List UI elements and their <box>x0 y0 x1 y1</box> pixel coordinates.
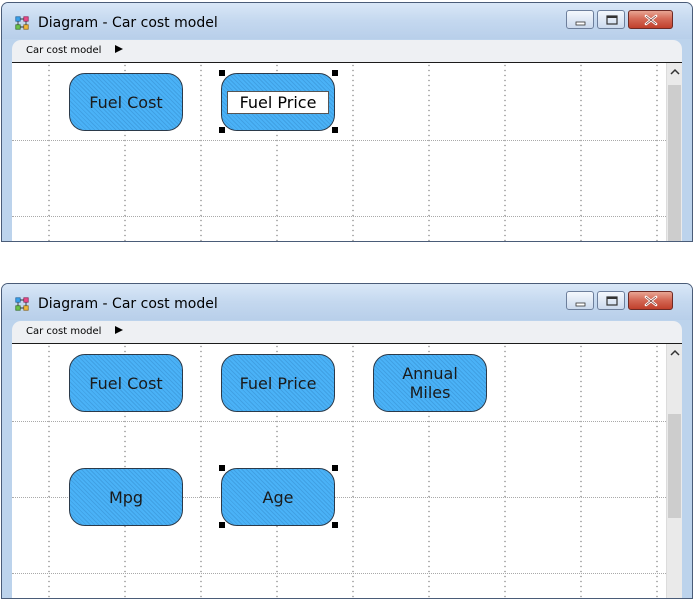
chevron-up-icon[interactable] <box>670 68 680 76</box>
selection-handle[interactable] <box>219 522 225 528</box>
node-label-edit-field[interactable]: Fuel Price <box>226 90 330 114</box>
close-icon <box>644 295 658 307</box>
close-button[interactable] <box>628 291 673 310</box>
node-label: Age <box>262 487 294 507</box>
node-label: Fuel Price <box>239 373 317 393</box>
grid-line <box>12 573 668 574</box>
node-fuel-price[interactable]: Fuel Price <box>221 354 335 412</box>
diagram-app-icon <box>15 297 29 311</box>
selection-handle[interactable] <box>219 127 225 133</box>
maximize-button[interactable] <box>597 10 625 29</box>
node-fuel-price[interactable]: Fuel Price <box>221 73 335 131</box>
breadcrumb: Car cost model <box>12 40 682 63</box>
grid-line <box>12 421 668 422</box>
maximize-button[interactable] <box>597 291 625 310</box>
selection-handle[interactable] <box>332 70 338 76</box>
title-bar[interactable]: Diagram - Car cost model <box>2 3 692 39</box>
node-label: Annual Miles <box>402 364 458 402</box>
selection-handle[interactable] <box>219 70 225 76</box>
selection-handle[interactable] <box>219 465 225 471</box>
vertical-scrollbar[interactable] <box>666 63 682 241</box>
minimize-button[interactable] <box>566 10 594 29</box>
vertical-scrollbar[interactable] <box>666 344 682 598</box>
grid-line <box>12 216 668 217</box>
breadcrumb-item[interactable]: Car cost model <box>26 326 101 337</box>
node-fuel-cost[interactable]: Fuel Cost <box>69 354 183 412</box>
diagram-app-icon <box>15 16 29 30</box>
node-label: Fuel Cost <box>89 92 163 112</box>
node-fuel-cost[interactable]: Fuel Cost <box>69 73 183 131</box>
minimize-icon <box>575 21 586 26</box>
node-mpg[interactable]: Mpg <box>69 468 183 526</box>
close-icon <box>644 14 658 26</box>
diagram-window-1: Diagram - Car cost model Car cost model … <box>1 2 693 242</box>
breadcrumb: Car cost model <box>12 321 682 344</box>
grid-line <box>12 140 668 141</box>
triangle-right-icon[interactable] <box>114 44 124 54</box>
selection-handle[interactable] <box>332 127 338 133</box>
node-label: Mpg <box>108 487 144 507</box>
title-bar[interactable]: Diagram - Car cost model <box>2 284 692 320</box>
node-annual-miles[interactable]: Annual Miles <box>373 354 487 412</box>
breadcrumb-item[interactable]: Car cost model <box>26 45 101 56</box>
minimize-button[interactable] <box>566 291 594 310</box>
scrollbar-thumb[interactable] <box>668 85 681 241</box>
close-button[interactable] <box>628 10 673 29</box>
chevron-up-icon[interactable] <box>670 349 680 357</box>
selection-handle[interactable] <box>332 465 338 471</box>
node-age[interactable]: Age <box>221 468 335 526</box>
node-label: Fuel Cost <box>89 373 163 393</box>
maximize-icon <box>606 296 618 306</box>
maximize-icon <box>606 15 618 25</box>
triangle-right-icon[interactable] <box>114 325 124 335</box>
selection-handle[interactable] <box>332 522 338 528</box>
diagram-window-2: Diagram - Car cost model Car cost model … <box>1 283 693 599</box>
scrollbar-thumb[interactable] <box>668 414 681 518</box>
window-title: Diagram - Car cost model <box>38 15 218 31</box>
window-title: Diagram - Car cost model <box>38 296 218 312</box>
minimize-icon <box>575 302 586 307</box>
